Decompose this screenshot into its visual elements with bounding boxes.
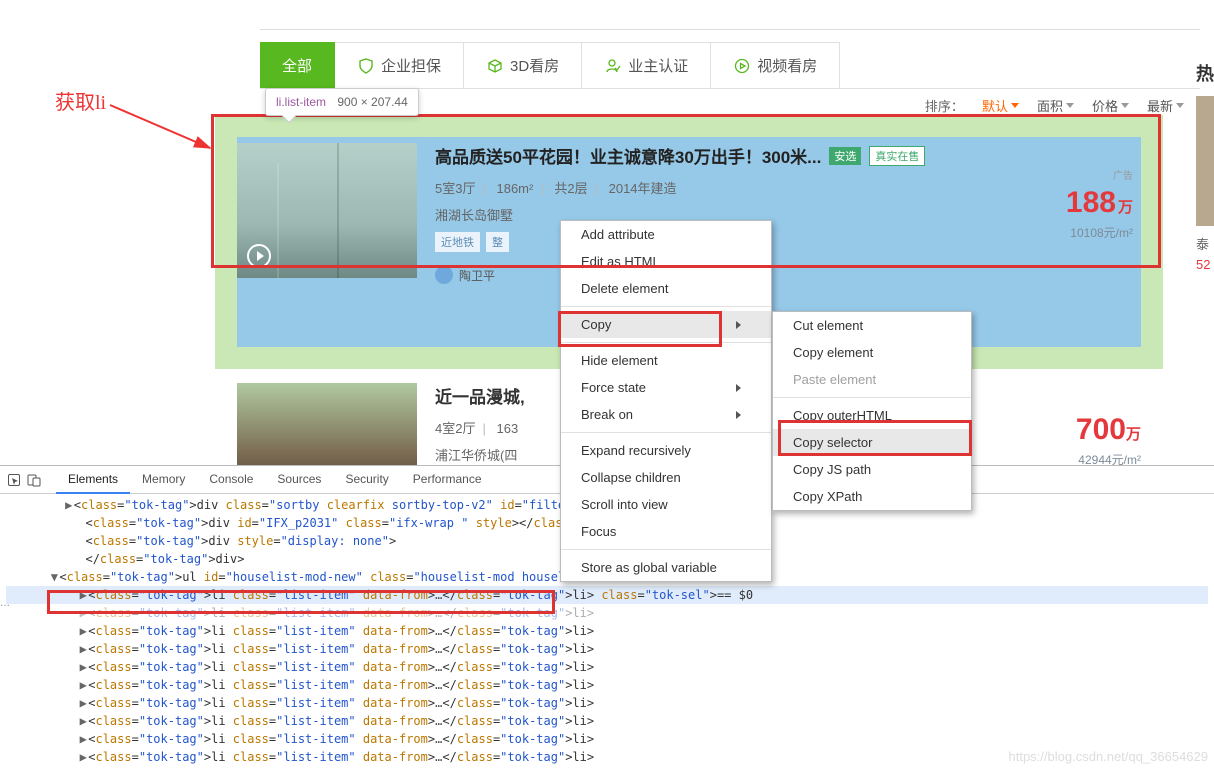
- caret-down-icon: [1011, 103, 1019, 108]
- menu-copy-outerhtml[interactable]: Copy outerHTML: [773, 402, 971, 429]
- play-icon: [247, 244, 271, 268]
- menu-cut-element[interactable]: Cut element: [773, 312, 971, 339]
- submenu-arrow-icon: [736, 384, 741, 392]
- menu-paste-element: Paste element: [773, 366, 971, 393]
- tab-label: 视频看房: [757, 55, 817, 76]
- tab-label: 企业担保: [381, 55, 441, 76]
- annotation-text: 获取li: [55, 86, 106, 115]
- devtools-tab-memory[interactable]: Memory: [130, 466, 197, 494]
- tab-bar: 全部 企业担保 3D看房 业主认证 视频看房: [260, 42, 1200, 89]
- hot-sidebar: 热 泰 52: [1196, 50, 1214, 310]
- caret-down-icon: [1176, 103, 1184, 108]
- context-submenu-copy: Cut element Copy element Paste element C…: [772, 311, 972, 511]
- menu-copy[interactable]: Copy: [561, 311, 771, 338]
- menu-store-global[interactable]: Store as global variable: [561, 554, 771, 581]
- tab-label: 3D看房: [510, 55, 559, 76]
- sort-bar: 排序： 默认 面积 价格 最新: [925, 96, 1184, 115]
- tooltip-selector: li.list-item: [276, 95, 326, 109]
- context-menu: Add attribute Edit as HTML Delete elemen…: [560, 220, 772, 582]
- tab-label: 全部: [282, 55, 312, 76]
- listing-meta: 5室3厅| 186m²| 共2层| 2014年建造: [435, 178, 983, 197]
- devtools-tab-sources[interactable]: Sources: [265, 466, 333, 494]
- devtools-tab-elements[interactable]: Elements: [56, 466, 130, 494]
- caret-down-icon: [1121, 103, 1129, 108]
- sort-label: 排序：: [925, 96, 964, 115]
- caret-down-icon: [1066, 103, 1074, 108]
- web-page: 全部 企业担保 3D看房 业主认证 视频看房: [260, 0, 1200, 89]
- menu-collapse-children[interactable]: Collapse children: [561, 464, 771, 491]
- tab-video[interactable]: 视频看房: [711, 42, 840, 88]
- menu-break-on[interactable]: Break on: [561, 401, 771, 428]
- menu-scroll-into-view[interactable]: Scroll into view: [561, 491, 771, 518]
- menu-copy-xpath[interactable]: Copy XPath: [773, 483, 971, 510]
- devtools-tabs: Elements Memory Console Sources Security…: [56, 466, 494, 494]
- tab-owner[interactable]: 业主认证: [582, 42, 711, 88]
- menu-delete-element[interactable]: Delete element: [561, 275, 771, 302]
- listing-thumbnail[interactable]: [237, 143, 417, 278]
- devtools-tab-security[interactable]: Security: [333, 466, 400, 494]
- listing-title[interactable]: 高品质送50平花园！业主诚意降30万出手！300米...: [435, 143, 821, 168]
- devtools-tab-console[interactable]: Console: [197, 466, 265, 494]
- menu-copy-js-path[interactable]: Copy JS path: [773, 456, 971, 483]
- menu-force-state[interactable]: Force state: [561, 374, 771, 401]
- badge-real: 真实在售: [869, 146, 925, 166]
- tooltip-dimensions: 900 × 207.44: [337, 95, 407, 109]
- menu-focus[interactable]: Focus: [561, 518, 771, 545]
- tab-all[interactable]: 全部: [260, 42, 335, 88]
- devtools-gutter-dots: ...: [0, 595, 10, 609]
- agent-name: 陶卫平: [459, 267, 495, 284]
- ad-badge: 广告: [1001, 167, 1133, 182]
- inspect-icon[interactable]: [6, 472, 22, 488]
- badge-anxuan: 安选: [829, 147, 861, 165]
- watermark-text: https://blog.csdn.net/qq_36654629: [1009, 749, 1209, 764]
- inspector-tooltip: li.list-item 900 × 207.44: [265, 88, 419, 116]
- listing-price: 188万: [1001, 186, 1133, 220]
- sidebar-hot-num: 52: [1196, 257, 1214, 272]
- menu-add-attribute[interactable]: Add attribute: [561, 221, 771, 248]
- tab-label: 业主认证: [628, 55, 688, 76]
- tag: 近地铁: [435, 232, 480, 252]
- search-bar-area: [260, 0, 1200, 30]
- sort-latest[interactable]: 最新: [1147, 96, 1184, 115]
- menu-copy-selector[interactable]: Copy selector: [773, 429, 971, 456]
- menu-edit-html[interactable]: Edit as HTML: [561, 248, 771, 275]
- sort-price[interactable]: 价格: [1092, 96, 1129, 115]
- play-circle-icon: [733, 57, 751, 75]
- menu-copy-element[interactable]: Copy element: [773, 339, 971, 366]
- shield-icon: [357, 57, 375, 75]
- sort-area[interactable]: 面积: [1037, 96, 1074, 115]
- devtools-tab-performance[interactable]: Performance: [401, 466, 494, 494]
- listing-unit-price: 10108元/m²: [1001, 224, 1133, 241]
- annotation-arrow: [105, 100, 225, 163]
- sidebar-thumb[interactable]: [1196, 96, 1214, 226]
- sidebar-heading: 热: [1196, 50, 1214, 96]
- tab-3d[interactable]: 3D看房: [464, 42, 582, 88]
- cube-icon: [486, 57, 504, 75]
- sort-default[interactable]: 默认: [982, 96, 1019, 115]
- avatar: [435, 266, 453, 284]
- submenu-arrow-icon: [736, 411, 741, 419]
- menu-hide-element[interactable]: Hide element: [561, 347, 771, 374]
- menu-expand-recursively[interactable]: Expand recursively: [561, 437, 771, 464]
- tab-enterprise[interactable]: 企业担保: [335, 42, 464, 88]
- device-toggle-icon[interactable]: [26, 472, 42, 488]
- submenu-arrow-icon: [736, 321, 741, 329]
- tag: 整: [486, 232, 509, 252]
- listing-price-col: 广告 188万 10108元/m²: [1001, 137, 1141, 347]
- sidebar-line: 泰: [1196, 234, 1214, 253]
- user-check-icon: [604, 57, 622, 75]
